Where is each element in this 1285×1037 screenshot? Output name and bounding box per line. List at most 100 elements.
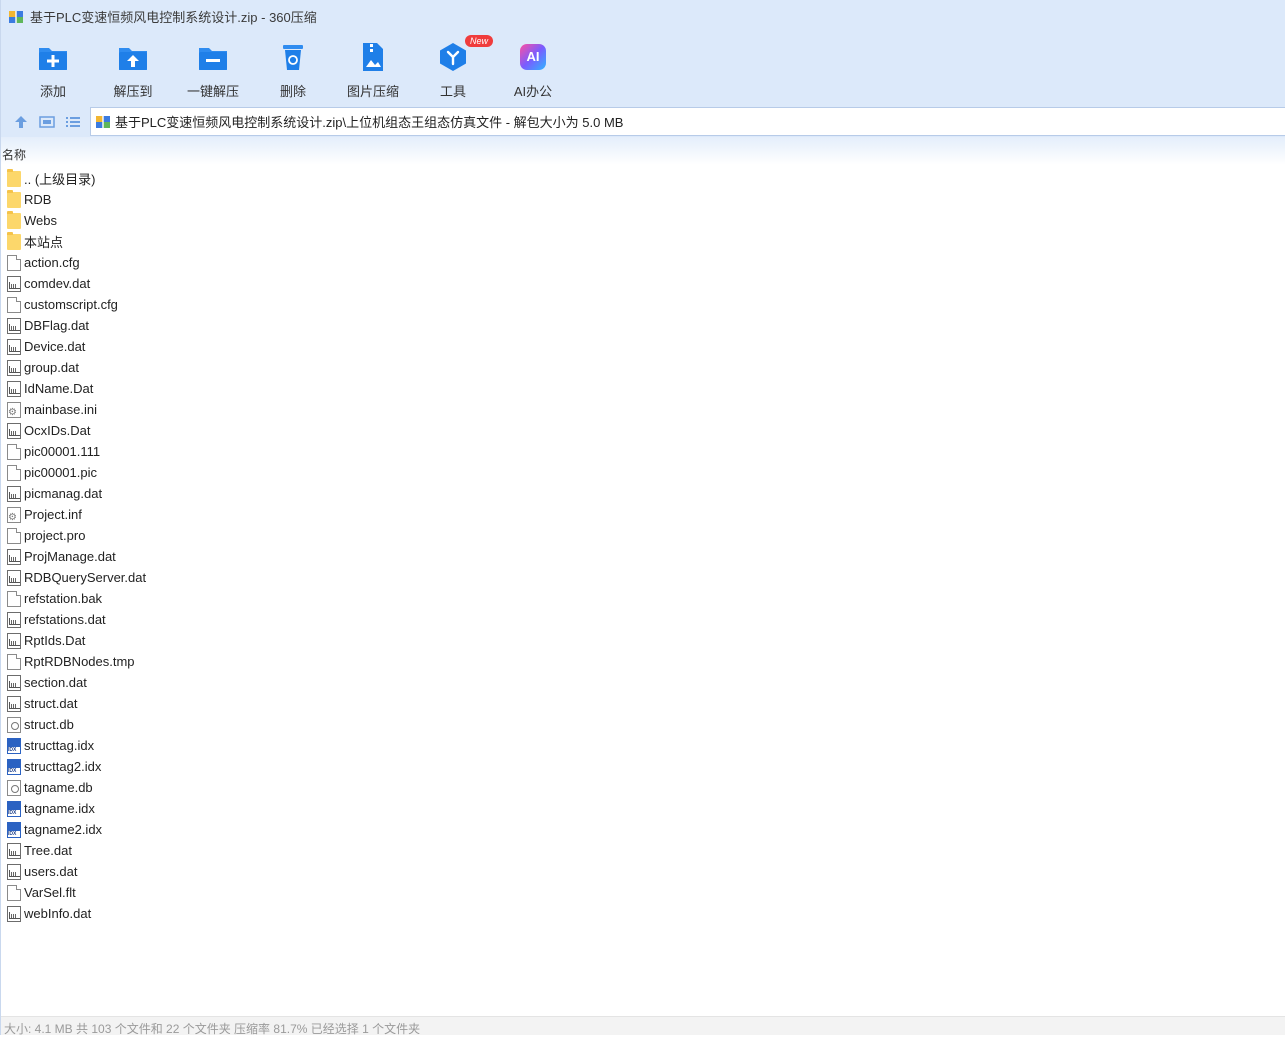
- file-row[interactable]: users.dat: [1, 861, 1285, 882]
- new-badge: New: [465, 35, 494, 47]
- file-row[interactable]: Project.inf: [1, 504, 1285, 525]
- path-text: 基于PLC变速恒频风电控制系统设计.zip\上位机组态王组态仿真文件 - 解包大…: [115, 115, 624, 130]
- file-row[interactable]: customscript.cfg: [1, 294, 1285, 315]
- ai-office-button[interactable]: AI AI办公: [493, 39, 573, 99]
- data-file-icon: [7, 548, 21, 565]
- data-file-icon: [7, 863, 21, 880]
- file-list: .. (上级目录) RDB Webs 本站点 action.cfg comdev.dat c…: [1, 168, 1285, 924]
- tools-button[interactable]: New 工具: [413, 35, 494, 99]
- toolbar: 添加 解压到 一键解压 删除 图片压缩 New 工具 AI AI办公: [1, 33, 1285, 107]
- file-row[interactable]: structtag.idx: [1, 735, 1285, 756]
- file-row[interactable]: webInfo.dat: [1, 903, 1285, 924]
- file-name: struct.db: [24, 717, 74, 732]
- file-icon: [7, 443, 21, 460]
- data-file-icon: [7, 359, 21, 376]
- file-row[interactable]: OcxIDs.Dat: [1, 420, 1285, 441]
- folder-row[interactable]: RDB: [1, 189, 1285, 210]
- file-name: section.dat: [24, 675, 87, 690]
- file-icon: [7, 527, 21, 544]
- file-name: Webs: [24, 213, 57, 228]
- file-row[interactable]: mainbase.ini: [1, 399, 1285, 420]
- file-name: refstation.bak: [24, 591, 103, 606]
- one-click-extract-label: 一键解压: [186, 84, 239, 99]
- delete-button[interactable]: 删除: [253, 39, 333, 99]
- file-row[interactable]: IdName.Dat: [1, 378, 1285, 399]
- ai-icon-text: AI: [526, 49, 540, 64]
- file-row[interactable]: RDBQueryServer.dat: [1, 567, 1285, 588]
- folder-icon: [7, 231, 21, 250]
- one-click-extract-button[interactable]: 一键解压: [173, 39, 253, 99]
- file-row[interactable]: RptIds.Dat: [1, 630, 1285, 651]
- file-row[interactable]: picmanag.dat: [1, 483, 1285, 504]
- file-row[interactable]: pic00001.pic: [1, 462, 1285, 483]
- file-row[interactable]: section.dat: [1, 672, 1285, 693]
- folder-icon: [7, 210, 21, 229]
- file-row[interactable]: RptRDBNodes.tmp: [1, 651, 1285, 672]
- folder-row[interactable]: Webs: [1, 210, 1285, 231]
- address-bar[interactable]: 基于PLC变速恒频风电控制系统设计.zip\上位机组态王组态仿真文件 - 解包大…: [90, 107, 1285, 136]
- app-window: 基于PLC变速恒频风电控制系统设计.zip - 360压缩 添加 解压到 一键解…: [0, 0, 1285, 1036]
- data-file-icon: [7, 674, 21, 691]
- file-row[interactable]: group.dat: [1, 357, 1285, 378]
- file-row[interactable]: comdev.dat: [1, 273, 1285, 294]
- file-name: 本站点: [24, 235, 64, 250]
- file-name: action.cfg: [24, 255, 80, 270]
- data-file-icon: [7, 338, 21, 355]
- data-file-icon: [7, 422, 21, 439]
- file-name: webInfo.dat: [24, 906, 92, 921]
- status-bar: 大小: 4.1 MB 共 103 个文件和 22 个文件夹 压缩率 81.7% …: [1, 1016, 1285, 1036]
- file-row[interactable]: tagname.db: [1, 777, 1285, 798]
- file-row[interactable]: pic00001.111: [1, 441, 1285, 462]
- folder-icon: [7, 189, 21, 208]
- file-row[interactable]: refstation.bak: [1, 588, 1285, 609]
- add-button[interactable]: 添加: [13, 39, 93, 99]
- file-name: structtag2.idx: [24, 759, 102, 774]
- file-row[interactable]: VarSel.flt: [1, 882, 1285, 903]
- list-view-icon[interactable]: [64, 113, 82, 131]
- data-file-icon: [7, 632, 21, 649]
- data-file-icon: [7, 380, 21, 397]
- folder-icon: [7, 168, 21, 187]
- file-row[interactable]: structtag2.idx: [1, 756, 1285, 777]
- file-name: users.dat: [24, 864, 78, 879]
- data-file-icon: [7, 905, 21, 922]
- file-name: RptRDBNodes.tmp: [24, 654, 135, 669]
- column-header-name[interactable]: 名称: [2, 146, 26, 163]
- image-compress-button[interactable]: 图片压缩: [333, 39, 413, 99]
- extract-to-button[interactable]: 解压到: [93, 39, 173, 99]
- one-click-extract-icon: [197, 41, 229, 73]
- data-file-icon: [7, 842, 21, 859]
- folder-row[interactable]: 本站点: [1, 231, 1285, 252]
- extract-to-label: 解压到: [113, 84, 153, 99]
- file-name: RDB: [24, 192, 52, 207]
- file-row[interactable]: Device.dat: [1, 336, 1285, 357]
- zip-archive-icon: [95, 114, 111, 130]
- folder-row[interactable]: .. (上级目录): [1, 168, 1285, 189]
- file-name: Device.dat: [24, 339, 86, 354]
- file-name: RptIds.Dat: [24, 633, 86, 648]
- thumbnail-view-icon[interactable]: [38, 113, 56, 131]
- file-row[interactable]: tagname.idx: [1, 798, 1285, 819]
- file-name: OcxIDs.Dat: [24, 423, 91, 438]
- file-row[interactable]: Tree.dat: [1, 840, 1285, 861]
- file-row[interactable]: DBFlag.dat: [1, 315, 1285, 336]
- delete-icon: [277, 41, 309, 73]
- file-row[interactable]: struct.db: [1, 714, 1285, 735]
- index-file-icon: [7, 737, 21, 754]
- file-row[interactable]: action.cfg: [1, 252, 1285, 273]
- file-row[interactable]: tagname2.idx: [1, 819, 1285, 840]
- index-file-icon: [7, 758, 21, 775]
- ai-office-label: AI办公: [513, 84, 553, 99]
- file-name: pic00001.pic: [24, 465, 97, 480]
- file-row[interactable]: struct.dat: [1, 693, 1285, 714]
- file-row[interactable]: ProjManage.dat: [1, 546, 1285, 567]
- file-row[interactable]: project.pro: [1, 525, 1285, 546]
- file-name: tagname.db: [24, 780, 93, 795]
- file-name: mainbase.ini: [24, 402, 97, 417]
- file-name: Project.inf: [24, 507, 82, 522]
- extract-to-icon: [117, 41, 149, 73]
- file-icon: [7, 254, 21, 271]
- title-bar: 基于PLC变速恒频风电控制系统设计.zip - 360压缩: [1, 0, 1285, 33]
- file-row[interactable]: refstations.dat: [1, 609, 1285, 630]
- up-arrow-icon[interactable]: [12, 113, 30, 131]
